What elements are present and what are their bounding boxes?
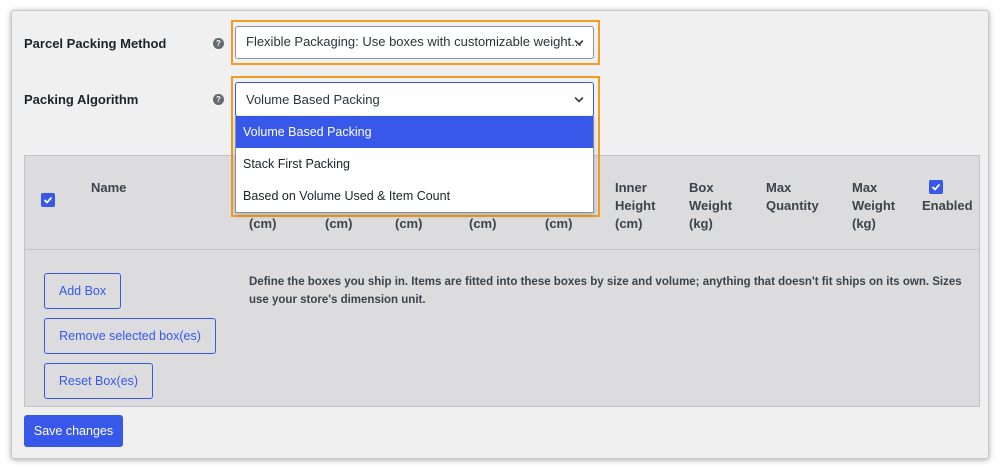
- dropdown-option-volume-item-count[interactable]: Based on Volume Used & Item Count: [236, 180, 593, 212]
- enabled-all-checkbox[interactable]: [929, 180, 943, 194]
- packing-method-label: Parcel Packing Method: [24, 36, 167, 51]
- packing-algorithm-select[interactable]: Volume Based Packing: [235, 82, 594, 117]
- packing-algorithm-dropdown: Volume Based Packing Stack First Packing…: [235, 116, 594, 213]
- header-inner-height: Inner Height (cm): [615, 180, 656, 231]
- reset-boxes-button[interactable]: Reset Box(es): [44, 363, 153, 399]
- help-icon[interactable]: ?: [213, 38, 224, 49]
- dropdown-option-volume-based[interactable]: Volume Based Packing: [236, 116, 593, 148]
- header-name: Name: [91, 180, 127, 195]
- checkmark-icon: [931, 183, 941, 191]
- help-icon[interactable]: ?: [213, 94, 224, 105]
- add-box-button[interactable]: Add Box: [44, 273, 121, 309]
- packing-method-select[interactable]: Flexible Packaging: Use boxes with custo…: [235, 26, 594, 59]
- header-dimension: (cm): [249, 216, 277, 231]
- header-dimension: (cm): [545, 216, 573, 231]
- checkmark-icon: [43, 196, 53, 204]
- select-all-checkbox[interactable]: [41, 193, 55, 207]
- header-dimension: (cm): [325, 216, 353, 231]
- header-enabled: Enabled: [922, 198, 973, 213]
- dropdown-option-stack-first[interactable]: Stack First Packing: [236, 148, 593, 180]
- packing-algorithm-label: Packing Algorithm: [24, 92, 139, 107]
- header-dimension: (cm): [395, 216, 423, 231]
- save-changes-button[interactable]: Save changes: [24, 415, 123, 447]
- remove-selected-boxes-button[interactable]: Remove selected box(es): [44, 318, 216, 354]
- header-box-weight: Box Weight (kg): [689, 180, 733, 231]
- boxes-description: Define the boxes you ship in. Items are …: [249, 276, 962, 306]
- chevron-down-icon: [574, 40, 584, 46]
- header-max-quantity: Max Quantity: [766, 180, 819, 213]
- header-max-weight: Max Weight (kg): [852, 180, 896, 231]
- chevron-down-icon: [574, 97, 584, 103]
- header-dimension: (cm): [469, 216, 497, 231]
